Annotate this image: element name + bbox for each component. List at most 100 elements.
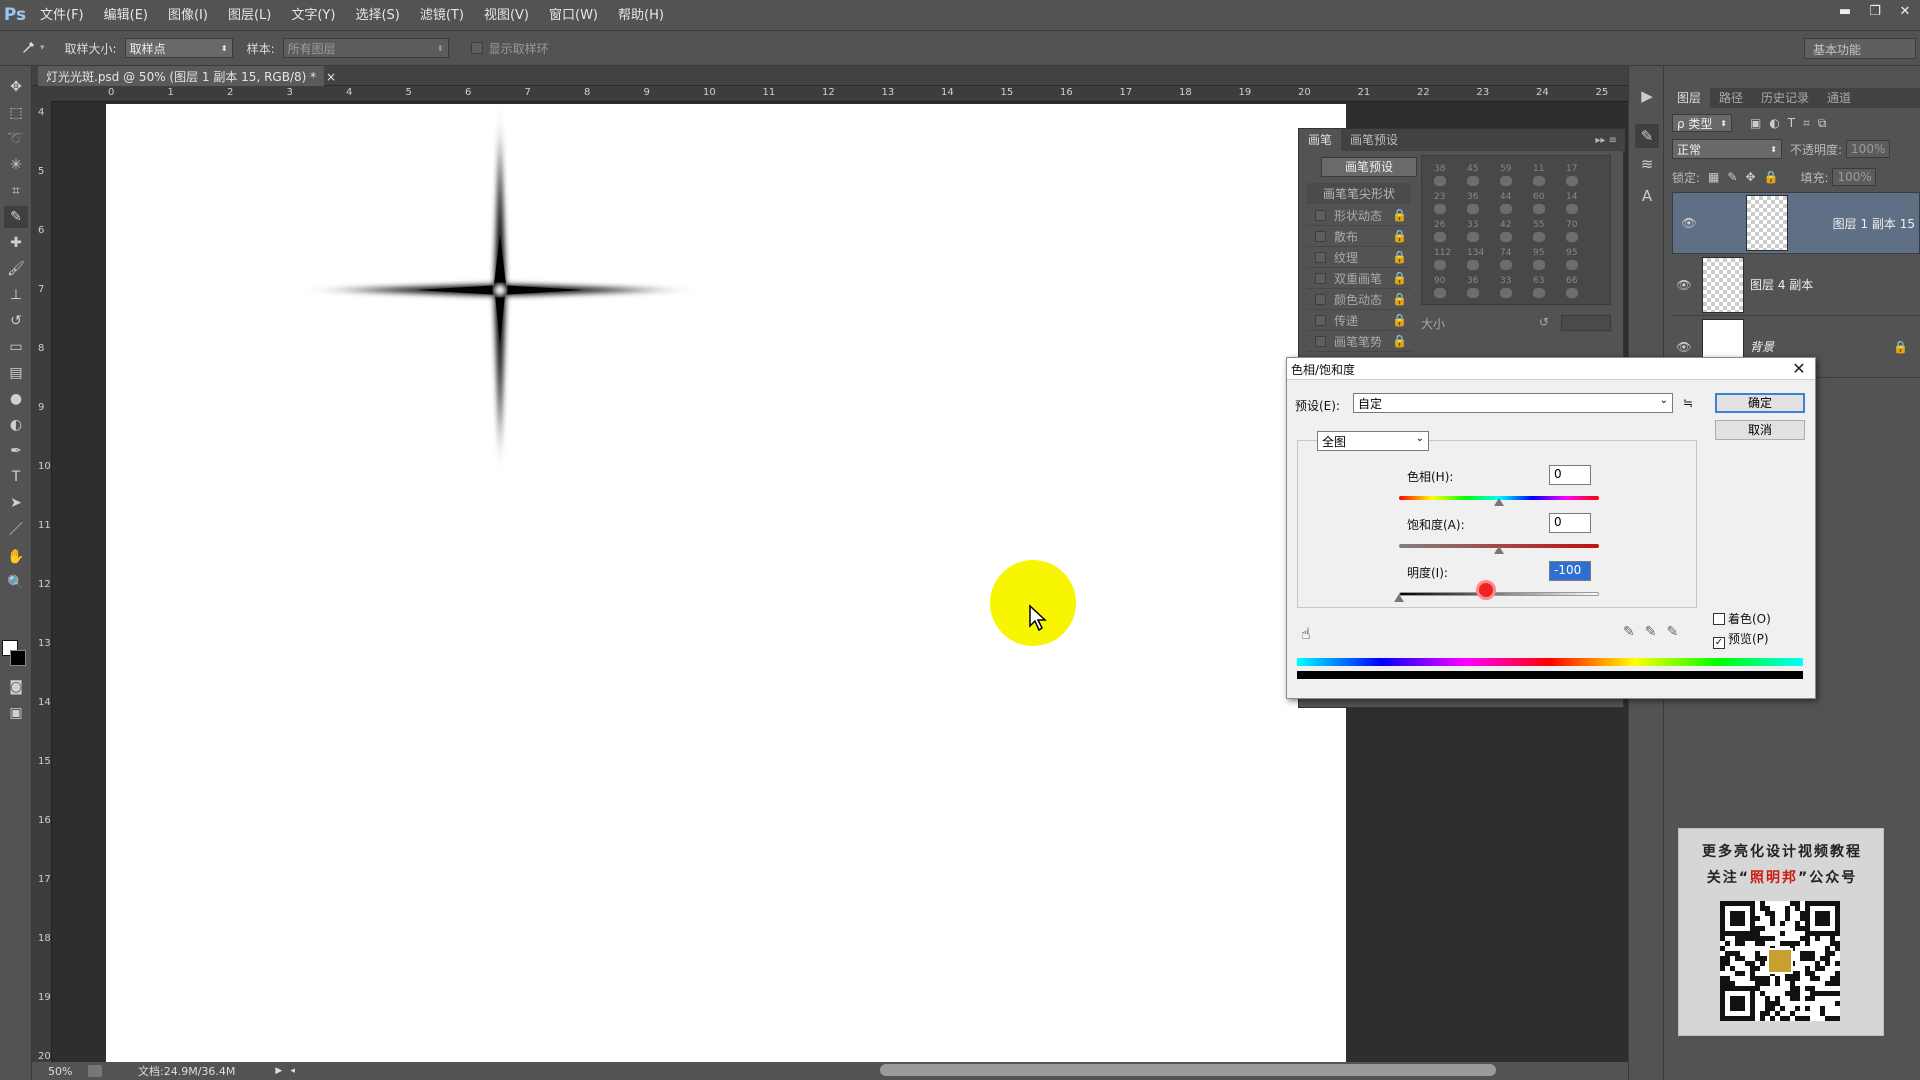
ok-button[interactable]: 确定 — [1715, 393, 1805, 413]
type-tool-icon[interactable]: T — [4, 466, 28, 488]
brush-tip-swatch[interactable] — [1566, 204, 1578, 214]
brush-tip-size[interactable]: 112 — [1434, 248, 1451, 258]
brush-item-dual-brush[interactable]: 双重画笔 🔒 — [1307, 268, 1411, 289]
brush-tip-size[interactable]: 11 — [1533, 164, 1544, 174]
layer-row-2[interactable]: 👁 图层 4 副本 — [1672, 254, 1920, 316]
brush-tip-size[interactable]: 36 — [1467, 276, 1478, 286]
opacity-input[interactable]: 100% — [1846, 140, 1891, 158]
tab-brush-presets[interactable]: 画笔预设 — [1341, 129, 1407, 151]
brush-tip-size[interactable]: 134 — [1467, 248, 1484, 258]
brush-item-color-dynamics[interactable]: 颜色动态 🔒 — [1307, 289, 1411, 310]
eye-icon[interactable]: 👁 — [1677, 216, 1701, 230]
document-tab-close[interactable]: × — [326, 70, 336, 84]
path-selection-tool-icon[interactable]: ➤ — [4, 492, 28, 514]
saturation-slider-thumb[interactable] — [1494, 546, 1504, 554]
brush-tip-size[interactable]: 17 — [1566, 164, 1577, 174]
menu-window[interactable]: 窗口(W) — [539, 0, 608, 31]
brush-tip-swatch[interactable] — [1434, 288, 1446, 298]
brush-tip-swatch[interactable] — [1500, 260, 1512, 270]
brush-tip-swatch[interactable] — [1434, 176, 1446, 186]
brush-tip-size[interactable]: 95 — [1533, 248, 1544, 258]
hue-slider-thumb[interactable] — [1494, 498, 1504, 506]
menu-file[interactable]: 文件(F) — [30, 0, 94, 31]
eyedropper-icon[interactable] — [16, 40, 40, 56]
preview-checkbox[interactable]: ✓ — [1713, 637, 1725, 649]
hue-input[interactable]: 0 — [1549, 465, 1591, 485]
brush-size-input[interactable] — [1561, 315, 1611, 331]
brush-item-brush-pose[interactable]: 画笔笔势 🔒 — [1307, 331, 1411, 352]
preset-options-icon[interactable]: ≒ — [1683, 396, 1693, 410]
brush-tip-size[interactable]: 74 — [1500, 248, 1511, 258]
hand-icon[interactable]: ☝ — [1301, 624, 1311, 643]
brush-panel-icon[interactable]: ✎ — [1635, 124, 1659, 148]
preview-option[interactable]: ✓ 预览(P) — [1713, 630, 1769, 649]
brush-item-shape-dynamics[interactable]: 形状动态 🔒 — [1307, 205, 1411, 226]
eye-icon[interactable]: 👁 — [1672, 340, 1696, 354]
status-menu-arrow-icon[interactable]: ▶ — [275, 1066, 282, 1076]
tab-history[interactable]: 历史记录 — [1752, 88, 1818, 108]
zoom-level[interactable]: 50% — [48, 1065, 88, 1078]
brush-tip-swatch[interactable] — [1566, 232, 1578, 242]
blur-tool-icon[interactable]: ● — [4, 388, 28, 410]
tab-paths[interactable]: 路径 — [1710, 88, 1752, 108]
brush-presets-icon[interactable]: ≋ — [1635, 152, 1659, 176]
brush-tip-size[interactable]: 45 — [1467, 164, 1478, 174]
preset-select[interactable]: 自定 ⌄ — [1353, 393, 1673, 413]
brush-tool-icon[interactable]: 🖌 — [4, 258, 28, 280]
sample-select[interactable]: 所有图层 ⬍ — [282, 38, 449, 58]
document-tab[interactable]: 灯光光斑.psd @ 50% (图层 1 副本 15, RGB/8) * × — [38, 66, 336, 86]
lightness-input[interactable]: -100 — [1549, 561, 1591, 581]
brush-item-transfer[interactable]: 传递 🔒 — [1307, 310, 1411, 331]
brush-tip-swatch[interactable] — [1434, 232, 1446, 242]
brush-tip-size[interactable]: 26 — [1434, 220, 1445, 230]
dialog-close-icon[interactable]: ✕ — [1791, 358, 1807, 380]
brush-tip-size[interactable]: 60 — [1533, 192, 1544, 202]
character-panel-icon[interactable]: A — [1635, 184, 1659, 208]
pen-tool-icon[interactable]: ✒ — [4, 440, 28, 462]
brush-tip-swatch[interactable] — [1434, 260, 1446, 270]
brush-tip-swatch[interactable] — [1500, 232, 1512, 242]
status-share-icon[interactable] — [88, 1065, 102, 1077]
lightness-slider[interactable] — [1399, 592, 1599, 596]
eyedropper-set-icons[interactable]: ✎✎✎ — [1623, 624, 1688, 640]
range-select[interactable]: 全图 ⌄ — [1317, 431, 1429, 451]
brush-tip-swatch[interactable] — [1467, 176, 1479, 186]
layer-row-1[interactable]: 👁 图层 1 副本 15 — [1672, 192, 1920, 254]
panel-menu-icon[interactable]: ▸▸ ≡ — [1595, 135, 1617, 146]
menu-select[interactable]: 选择(S) — [345, 0, 409, 31]
clone-stamp-tool-icon[interactable]: ⊥ — [4, 284, 28, 306]
colorize-checkbox[interactable] — [1713, 613, 1725, 625]
line-tool-icon[interactable]: ／ — [4, 518, 28, 540]
cancel-button[interactable]: 取消 — [1715, 420, 1805, 440]
blend-mode-select[interactable]: 正常 ⬍ — [1672, 139, 1782, 159]
brush-tip-size[interactable]: 90 — [1434, 276, 1445, 286]
move-tool-icon[interactable]: ✥ — [4, 76, 28, 98]
layer-filter-icons[interactable]: ▣◐T⌗⧉ — [1750, 116, 1834, 131]
brush-tip-swatch[interactable] — [1566, 260, 1578, 270]
healing-brush-tool-icon[interactable]: ✚ — [4, 232, 28, 254]
menu-filter[interactable]: 滤镜(T) — [410, 0, 474, 31]
reset-size-icon[interactable]: ↺ — [1539, 315, 1549, 329]
brush-tip-swatch[interactable] — [1500, 288, 1512, 298]
brush-tip-swatch[interactable] — [1434, 204, 1446, 214]
lock-options-icons[interactable]: ▦✎✥🔒 — [1708, 170, 1786, 184]
brush-tip-swatch[interactable] — [1500, 204, 1512, 214]
brush-tip-size[interactable]: 38 — [1434, 164, 1445, 174]
play-action-icon[interactable]: ▶ — [1635, 84, 1659, 108]
zoom-tool-icon[interactable]: 🔍 — [4, 572, 28, 594]
fill-input[interactable]: 100% — [1832, 168, 1877, 186]
menu-layer[interactable]: 图层(L) — [218, 0, 281, 31]
brush-tip-size[interactable]: 36 — [1467, 192, 1478, 202]
menu-type[interactable]: 文字(Y) — [281, 0, 345, 31]
brush-tip-size[interactable]: 44 — [1500, 192, 1511, 202]
workspace-switcher[interactable]: 基本功能 — [1804, 38, 1916, 59]
menu-image[interactable]: 图像(I) — [158, 0, 218, 31]
menu-view[interactable]: 视图(V) — [474, 0, 539, 31]
lightness-slider-thumb[interactable] — [1394, 594, 1404, 602]
brush-presets-button[interactable]: 画笔预设 — [1321, 157, 1417, 177]
eraser-tool-icon[interactable]: ▭ — [4, 336, 28, 358]
minimize-button[interactable]: ▬ — [1830, 0, 1860, 22]
brush-tip-swatch[interactable] — [1533, 232, 1545, 242]
brush-tip-size[interactable]: 33 — [1500, 276, 1511, 286]
brush-tip-swatch[interactable] — [1467, 204, 1479, 214]
